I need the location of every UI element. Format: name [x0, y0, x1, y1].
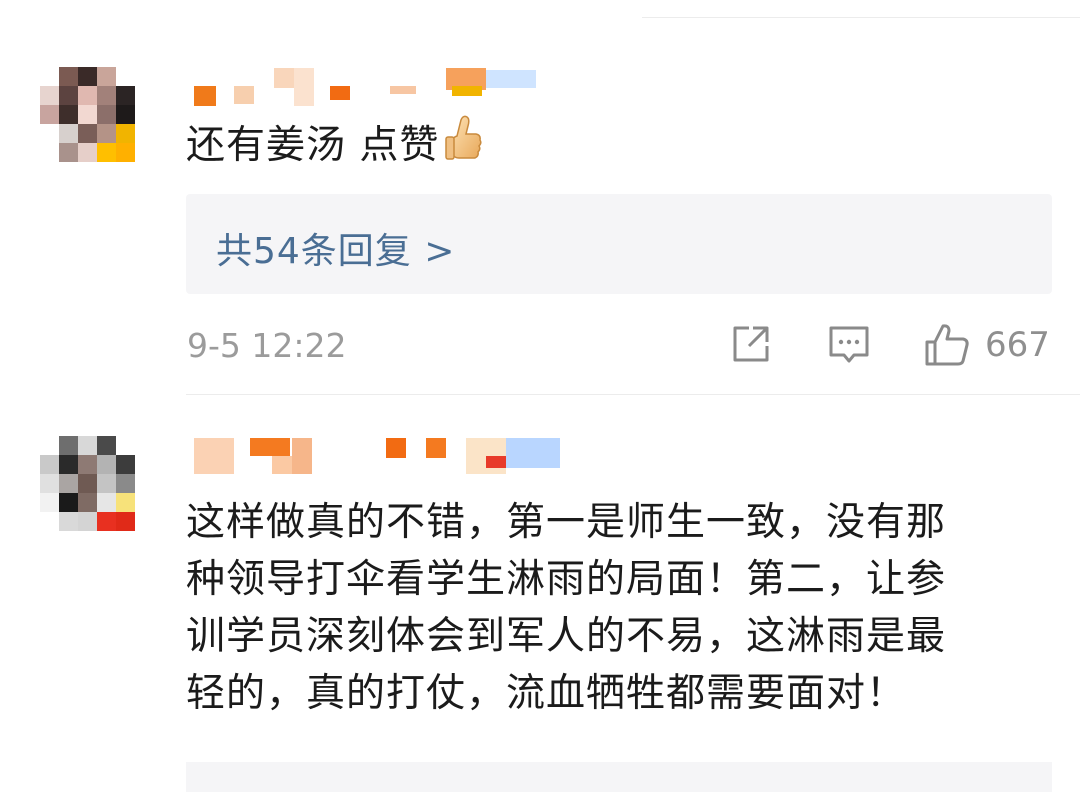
comment-body: 还有姜汤 点赞: [186, 123, 440, 168]
username[interactable]: [190, 434, 570, 474]
comment-divider: [186, 394, 1080, 395]
like-button[interactable]: 667: [923, 322, 1050, 368]
top-divider: [642, 17, 1080, 18]
comment-line: 训学员深刻体会到军人的不易，这淋雨是最: [186, 614, 947, 659]
comment-line: 种领导打伞看学生淋雨的局面！第二，让参: [186, 557, 947, 602]
like-count: 667: [985, 325, 1050, 365]
username[interactable]: [190, 64, 550, 106]
timestamp: 9-5 12:22: [187, 326, 347, 365]
comment-icon: [829, 326, 869, 363]
replies-box[interactable]: [186, 762, 1052, 792]
view-replies-link[interactable]: 共54条回复 >: [216, 222, 455, 274]
replies-box[interactable]: 共54条回复 >: [186, 194, 1052, 294]
comment-text: 这样做真的不错，第一是师生一致，没有那 种领导打伞看学生淋雨的局面！第二，让参 …: [186, 494, 946, 722]
comment-text: 还有姜汤 点赞: [186, 114, 483, 180]
comment-button[interactable]: [827, 322, 871, 366]
share-icon: [733, 326, 769, 362]
thumbs-up-icon: [925, 324, 969, 366]
comment-line: 这样做真的不错，第一是师生一致，没有那: [186, 500, 947, 545]
avatar[interactable]: [40, 67, 135, 162]
share-button[interactable]: [729, 322, 773, 366]
comment-line: 轻的，真的打仗，流血牺牲都需要面对！: [186, 671, 907, 716]
thumbs-up-emoji-icon: [443, 114, 483, 180]
avatar[interactable]: [40, 436, 135, 531]
